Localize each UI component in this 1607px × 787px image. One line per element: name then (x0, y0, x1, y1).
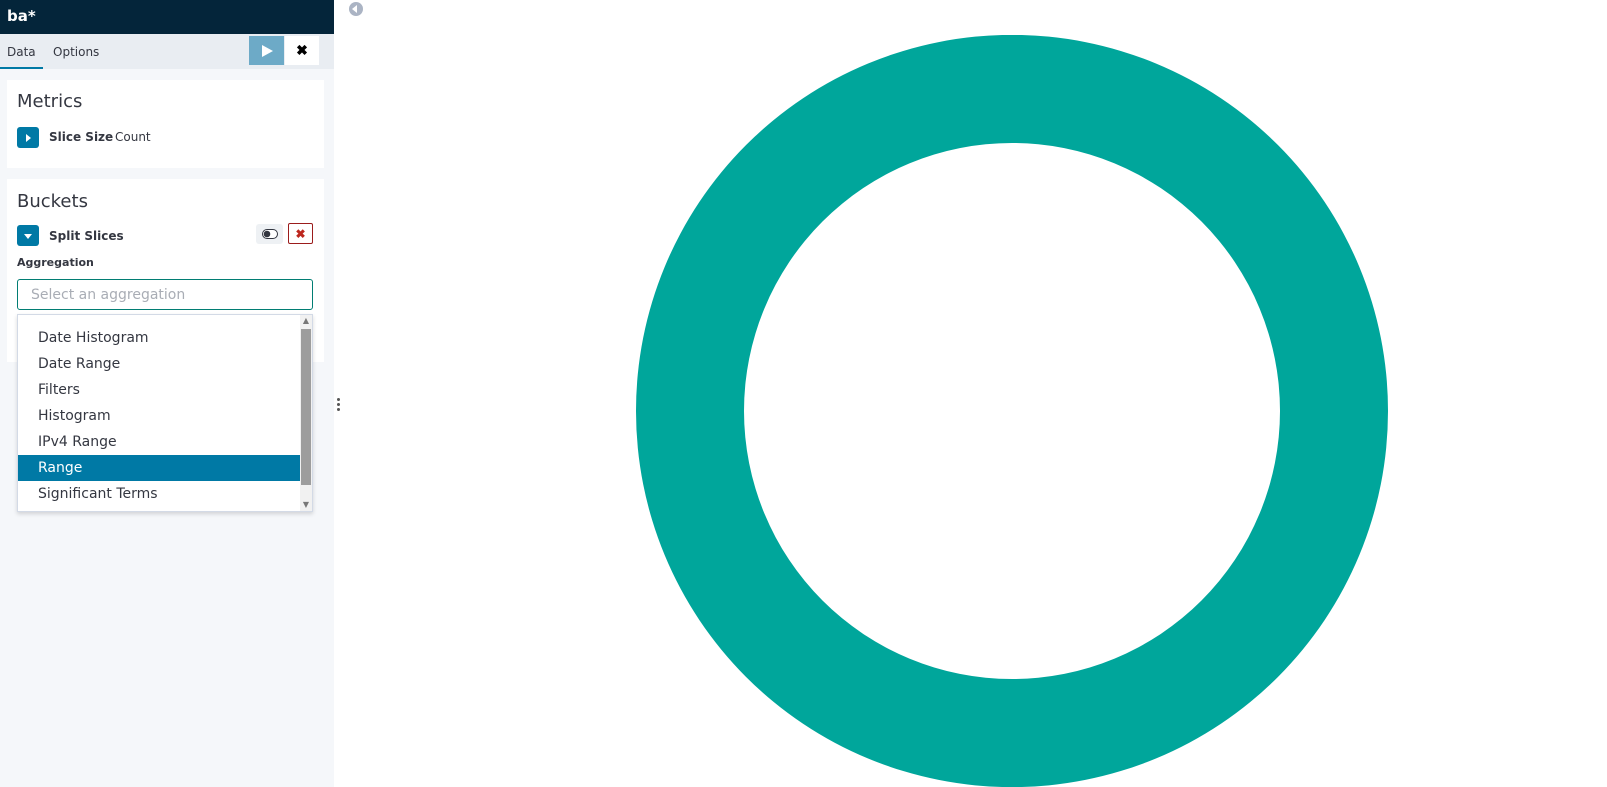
index-pattern-title: ba* (7, 7, 36, 25)
metric-agg-value: Count (115, 130, 151, 144)
pie-slice[interactable] (636, 35, 1388, 787)
tab-data[interactable]: Data (0, 45, 43, 69)
remove-aggregation-button[interactable]: ✖ (288, 223, 313, 244)
option-range[interactable]: Range (18, 455, 300, 481)
editor-sidebar: ba* Data Options ✖ Metrics Slice Size Co… (0, 0, 334, 787)
dropdown-scrollbar[interactable]: ▲ ▼ (300, 315, 312, 511)
discard-changes-button[interactable]: ✖ (285, 36, 319, 65)
index-pattern-header: ba* (0, 0, 334, 34)
apply-changes-button[interactable] (249, 36, 284, 65)
metric-toggle-button[interactable] (17, 127, 39, 148)
pie-chart (636, 35, 1388, 787)
buckets-title: Buckets (17, 191, 88, 212)
option-date-range[interactable]: Date Range (18, 351, 300, 377)
option-histogram[interactable]: Histogram (18, 403, 300, 429)
caret-right-icon (26, 134, 31, 142)
aggregation-options-list: Date Histogram Date Range Filters Histog… (18, 315, 300, 511)
aggregation-label: Aggregation (17, 256, 94, 269)
bucket-toggle-button[interactable] (17, 225, 39, 246)
play-icon (261, 44, 273, 57)
aggregation-dropdown: Date Histogram Date Range Filters Histog… (17, 314, 313, 512)
option-date-histogram[interactable]: Date Histogram (18, 325, 300, 351)
bucket-agg-label: Split Slices (49, 229, 124, 243)
metric-agg-label: Slice Size (49, 130, 114, 144)
drag-dot-icon (337, 398, 340, 401)
toggle-icon (262, 229, 278, 239)
aggregation-select-input[interactable] (17, 279, 313, 310)
option-significant-terms[interactable]: Significant Terms (18, 481, 300, 507)
sidebar-resize-handle[interactable] (337, 398, 341, 414)
collapse-sidebar-icon[interactable] (349, 2, 363, 16)
drag-dot-icon (337, 403, 340, 406)
scrollbar-thumb[interactable] (301, 329, 311, 485)
caret-down-icon (24, 234, 32, 239)
metrics-panel: Metrics Slice Size Count (7, 80, 324, 168)
option-ipv4-range[interactable]: IPv4 Range (18, 429, 300, 455)
scroll-down-icon[interactable]: ▼ (300, 499, 312, 511)
scroll-up-icon[interactable]: ▲ (300, 315, 312, 327)
drag-dot-icon (337, 408, 340, 411)
option-filters[interactable]: Filters (18, 377, 300, 403)
metrics-title: Metrics (17, 91, 83, 112)
disable-aggregation-toggle[interactable] (256, 224, 283, 244)
tab-options[interactable]: Options (53, 45, 99, 59)
